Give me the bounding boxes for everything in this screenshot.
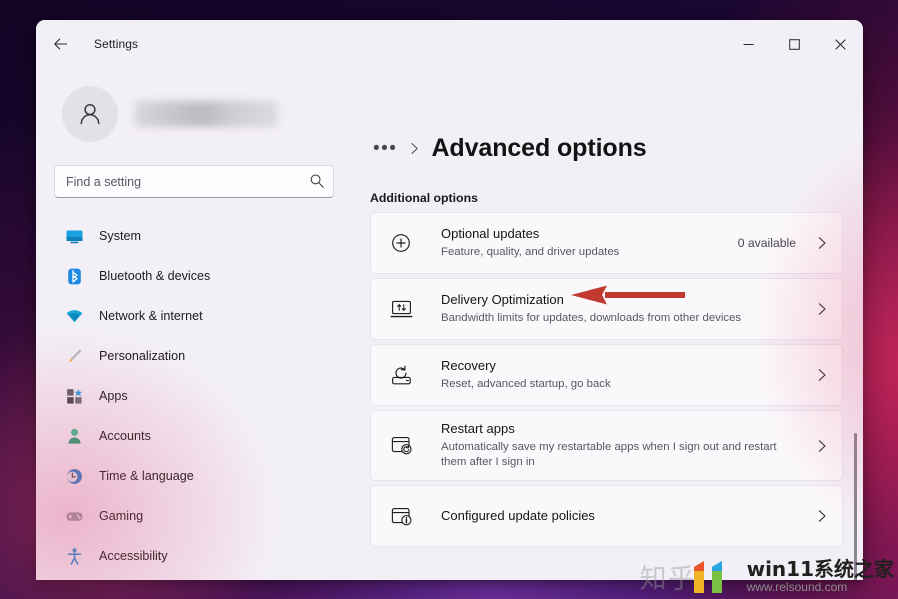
minimize-button[interactable] xyxy=(725,20,771,68)
card-recovery[interactable]: Recovery Reset, advanced startup, go bac… xyxy=(370,344,843,406)
card-subtitle: Reset, advanced startup, go back xyxy=(441,377,611,390)
card-title: Configured update policies xyxy=(441,508,595,524)
window-titlebar: Settings xyxy=(36,20,863,68)
monitor-updown-arrows-icon xyxy=(387,298,415,321)
sidebar-item-apps[interactable]: Apps xyxy=(54,378,334,414)
card-text: Optional updates Feature, quality, and d… xyxy=(441,225,726,260)
chevron-right-icon xyxy=(816,302,828,316)
sidebar-item-label: Accounts xyxy=(99,429,151,443)
person-icon xyxy=(80,103,100,125)
card-text: Configured update policies xyxy=(441,507,804,525)
breadcrumb-overflow-button[interactable]: ••• xyxy=(370,137,400,160)
user-profile[interactable] xyxy=(54,80,334,148)
accessibility-person-icon xyxy=(64,546,84,566)
settings-card-list: Optional updates Feature, quality, and d… xyxy=(360,212,863,548)
paintbrush-icon xyxy=(64,346,84,366)
search-input[interactable] xyxy=(54,165,334,198)
sidebar-item-network-internet[interactable]: Network & internet xyxy=(54,298,334,334)
restart-apps-window-icon xyxy=(387,434,415,457)
page-title: Advanced options xyxy=(431,134,647,162)
system-monitor-icon xyxy=(64,226,84,246)
breadcrumb: ••• Advanced options xyxy=(360,134,863,163)
card-subtitle: Feature, quality, and driver updates xyxy=(441,245,620,258)
card-title: Optional updates xyxy=(441,226,540,242)
sidebar-item-system[interactable]: System xyxy=(54,218,334,254)
sidebar-item-label: Network & internet xyxy=(99,309,203,323)
chevron-right-icon xyxy=(816,368,828,382)
desktop-wallpaper: Settings Find a setting System Bluetooth… xyxy=(0,0,898,599)
card-text: Recovery Reset, advanced startup, go bac… xyxy=(441,357,804,392)
content-scrollbar[interactable] xyxy=(850,168,860,580)
window-caption-buttons xyxy=(725,20,863,68)
sidebar-item-accessibility[interactable]: Accessibility xyxy=(54,538,334,574)
card-title: Delivery Optimization xyxy=(441,292,564,308)
sidebar-item-accounts[interactable]: Accounts xyxy=(54,418,334,454)
gamepad-icon xyxy=(64,506,84,526)
main-content: ••• Advanced options Additional options xyxy=(352,68,863,580)
card-text: Restart apps Automatically save my resta… xyxy=(441,420,804,471)
settings-window: Settings Find a setting System Bluetooth… xyxy=(36,20,863,580)
card-right xyxy=(816,509,828,523)
apps-grid-icon xyxy=(64,386,84,406)
close-icon xyxy=(834,38,846,50)
sidebar-item-gaming[interactable]: Gaming xyxy=(54,498,334,534)
sidebar-item-label: Time & language xyxy=(99,469,194,483)
section-heading: Additional options xyxy=(370,191,478,205)
account-person-icon xyxy=(64,426,84,446)
search-field-wrapper xyxy=(54,165,334,198)
card-configured-update-policies[interactable]: Configured update policies xyxy=(370,485,843,548)
circle-plus-icon xyxy=(387,232,415,254)
sidebar-item-label: System xyxy=(99,229,141,243)
sidebar-item-label: Bluetooth & devices xyxy=(99,269,211,283)
card-value: 0 available xyxy=(737,236,796,250)
sidebar-item-bluetooth-devices[interactable]: Bluetooth & devices xyxy=(54,258,334,294)
back-button[interactable] xyxy=(45,28,77,60)
close-button[interactable] xyxy=(817,20,863,68)
card-right: 0 available xyxy=(738,236,828,250)
update-policies-info-icon xyxy=(387,505,415,528)
sidebar-item-label: Personalization xyxy=(99,349,186,363)
window-title: Settings xyxy=(94,37,139,51)
clock-globe-icon xyxy=(64,466,84,486)
chevron-right-icon xyxy=(816,509,828,523)
card-subtitle: Automatically save my restartable apps w… xyxy=(441,440,777,469)
sidebar-nav: System Bluetooth & devices Network & int… xyxy=(54,218,334,574)
watermark-url: www.relsound.com xyxy=(746,579,848,594)
username-redacted xyxy=(135,101,278,127)
card-title: Recovery xyxy=(441,358,496,374)
avatar xyxy=(62,86,118,142)
card-text: Delivery Optimization Bandwidth limits f… xyxy=(441,291,804,326)
sidebar-item-label: Gaming xyxy=(99,509,144,523)
card-delivery-optimization[interactable]: Delivery Optimization Bandwidth limits f… xyxy=(370,278,843,340)
window-body: System Bluetooth & devices xyxy=(36,68,863,580)
wifi-icon xyxy=(64,306,84,326)
recovery-reset-icon xyxy=(387,363,415,387)
chevron-right-icon xyxy=(816,236,828,250)
card-optional-updates[interactable]: Optional updates Feature, quality, and d… xyxy=(370,212,843,274)
card-right xyxy=(816,368,828,382)
bluetooth-icon xyxy=(64,266,84,286)
sidebar-item-label: Accessibility xyxy=(99,549,168,563)
card-restart-apps[interactable]: Restart apps Automatically save my resta… xyxy=(370,410,843,482)
scrollbar-thumb[interactable] xyxy=(854,433,857,580)
sidebar-item-label: Apps xyxy=(99,389,128,403)
chevron-right-icon xyxy=(816,439,828,453)
maximize-button[interactable] xyxy=(771,20,817,68)
card-right xyxy=(816,439,828,453)
sidebar-item-personalization[interactable]: Personalization xyxy=(54,338,334,374)
card-right xyxy=(816,302,828,316)
minimize-icon xyxy=(743,43,753,45)
card-title: Restart apps xyxy=(441,421,515,436)
card-subtitle: Bandwidth limits for updates, downloads … xyxy=(441,311,742,324)
maximize-icon xyxy=(788,38,800,50)
chevron-right-icon xyxy=(409,142,420,155)
sidebar-item-time-language[interactable]: Time & language xyxy=(54,458,334,494)
back-arrow-icon xyxy=(54,38,68,50)
sidebar: System Bluetooth & devices xyxy=(36,68,352,580)
